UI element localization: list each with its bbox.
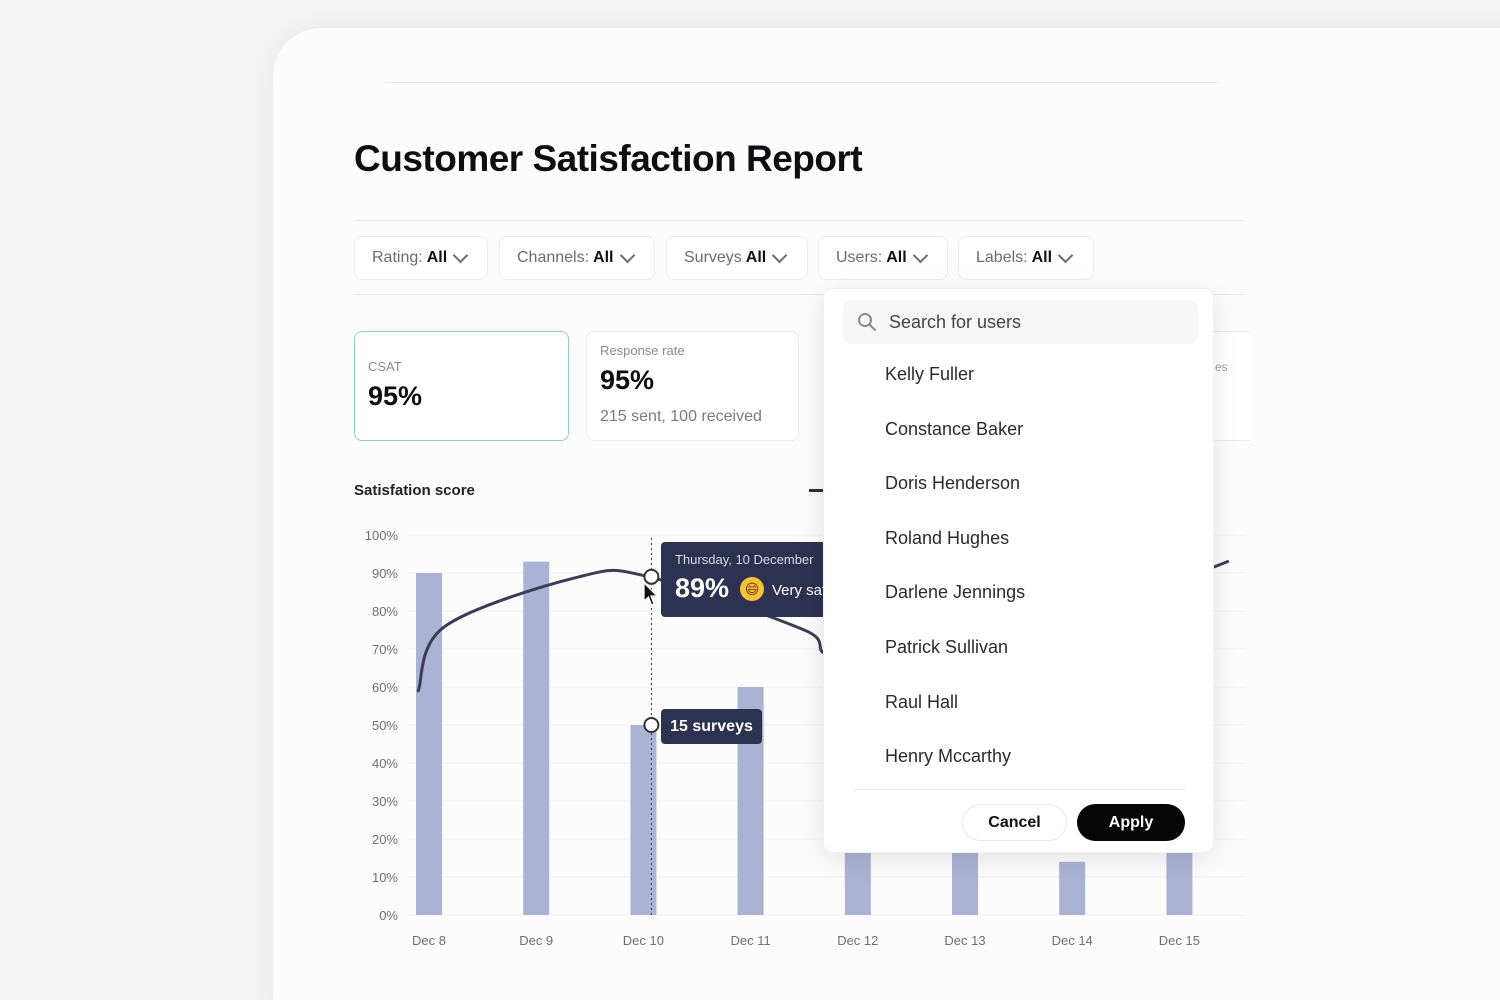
y-tick-label: 70%	[372, 642, 398, 657]
user-search-input[interactable]	[889, 300, 1189, 344]
page-title: Customer Satisfaction Report	[354, 138, 863, 179]
x-tick-label: Dec 10	[623, 933, 664, 948]
user-search-box[interactable]	[843, 300, 1198, 344]
title-divider	[354, 220, 1244, 221]
chevron-down-icon	[452, 247, 469, 264]
user-option[interactable]: Doris Henderson	[885, 473, 1020, 494]
mouse-pointer-icon	[643, 582, 659, 606]
bar-point-marker	[643, 717, 660, 733]
filter-value: All	[745, 249, 767, 266]
response-rate-label: Response rate	[600, 343, 685, 358]
y-tick-label: 20%	[372, 832, 398, 847]
x-tick-label: Dec 11	[730, 933, 770, 948]
y-tick-label: 0%	[379, 908, 398, 923]
filter-value: All	[1031, 249, 1053, 266]
users-dropdown: Kelly Fuller Constance Baker Doris Henders…	[823, 288, 1214, 853]
user-option[interactable]: Darlene Jennings	[885, 582, 1025, 603]
user-option[interactable]: Kelly Fuller	[885, 364, 974, 385]
user-option[interactable]: Henry Mccarthy	[885, 746, 1011, 767]
smiley-icon: 😄	[740, 577, 764, 601]
filter-label: Users:	[836, 249, 883, 266]
filter-label: Surveys	[684, 249, 742, 266]
chart-tooltip: Thursday, 10 December 89% 😄 Very satisfi…	[661, 542, 836, 617]
chevron-down-icon	[619, 247, 635, 264]
y-tick-label: 60%	[372, 680, 398, 695]
csat-label: CSAT	[368, 359, 402, 374]
y-tick-label: 30%	[372, 794, 398, 809]
user-option[interactable]: Raul Hall	[885, 692, 958, 713]
x-tick-label: Dec 9	[519, 933, 553, 948]
filter-value: All	[886, 249, 907, 266]
filter-channels[interactable]: Channels: All	[499, 236, 655, 280]
tooltip-date: Thursday, 10 December	[675, 552, 814, 567]
x-tick-label: Dec 12	[837, 933, 878, 948]
filter-rating[interactable]: Rating: All	[354, 236, 488, 280]
filter-surveys[interactable]: Surveys All	[666, 236, 808, 280]
y-tick-label: 90%	[372, 566, 398, 581]
tooltip-percent: 89%	[675, 573, 730, 603]
user-option[interactable]: Constance Baker	[885, 419, 1023, 440]
top-divider	[385, 82, 1220, 83]
cancel-button[interactable]: Cancel	[962, 804, 1067, 841]
bar	[416, 573, 442, 915]
y-tick-label: 80%	[372, 604, 398, 619]
x-tick-label: Dec 13	[944, 933, 985, 948]
x-tick-label: Dec 15	[1159, 933, 1200, 948]
filter-users[interactable]: Users: All	[818, 236, 948, 280]
filter-value: All	[426, 249, 448, 266]
bar	[952, 850, 978, 915]
filter-value: All	[593, 249, 614, 266]
csat-card: CSAT 95%	[354, 331, 569, 441]
chart-title: Satisfation score	[354, 482, 475, 499]
csat-value: 95%	[368, 381, 423, 411]
filter-label: Channels:	[517, 249, 590, 266]
chevron-down-icon	[912, 247, 928, 264]
user-option[interactable]: Roland Hughes	[885, 528, 1009, 549]
surveys-tooltip: 15 surveys	[661, 709, 762, 744]
x-tick-label: Dec 8	[412, 933, 446, 948]
dropdown-divider	[854, 789, 1185, 790]
response-rate-card: Response rate 95% 215 sent, 100 received	[586, 331, 799, 441]
filter-label: Rating:	[372, 249, 423, 266]
y-tick-label: 100%	[365, 528, 399, 543]
bar	[630, 725, 657, 915]
legend-line-marker	[809, 489, 823, 492]
chevron-down-icon	[1057, 247, 1074, 264]
filter-label: Labels:	[976, 249, 1028, 266]
y-tick-label: 10%	[372, 870, 398, 885]
bar	[523, 561, 550, 915]
chevron-down-icon	[771, 247, 788, 264]
bar	[1059, 861, 1086, 915]
response-rate-sub: 215 sent, 100 received	[600, 408, 762, 425]
y-tick-label: 50%	[372, 718, 398, 733]
response-rate-value: 95%	[600, 365, 655, 395]
x-tick-label: Dec 14	[1052, 933, 1093, 948]
partial-card-label: es	[1215, 360, 1228, 374]
search-icon	[858, 313, 876, 331]
y-tick-label: 40%	[372, 756, 398, 771]
user-option[interactable]: Patrick Sullivan	[885, 637, 1008, 658]
filter-labels[interactable]: Labels: All	[958, 236, 1094, 280]
apply-button[interactable]: Apply	[1077, 804, 1185, 841]
